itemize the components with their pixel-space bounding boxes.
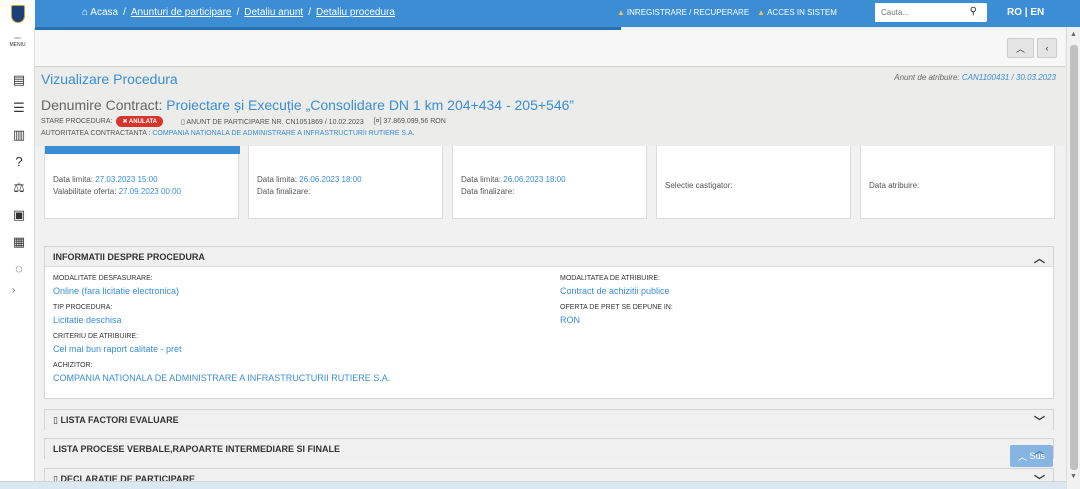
- stage-card-winner: Selectie castigator:: [656, 146, 851, 219]
- stage-progress-bar: [45, 146, 240, 154]
- award-notice: Anunt de atribuire: CAN1100431 / 30.03.2…: [894, 73, 1056, 82]
- money-icon: [¤]: [373, 118, 382, 125]
- language-switch[interactable]: RO | EN: [1007, 7, 1044, 18]
- account-links: ▲ INREGISTRARE / RECUPERARE ▲ ACCES IN SIS…: [617, 8, 837, 17]
- back-button[interactable]: ‹: [1037, 38, 1057, 58]
- breadcrumb-anunturi[interactable]: Anunturi de participare: [131, 7, 232, 18]
- breadcrumb-detaliu-procedura[interactable]: Detaliu procedura: [316, 7, 395, 18]
- breadcrumb: ⌂ Acasa / Anunturi de participare / Deta…: [82, 7, 395, 18]
- register-link[interactable]: ▲ INREGISTRARE / RECUPERARE: [617, 8, 749, 17]
- monitor-icon[interactable]: ▦: [10, 233, 28, 251]
- breadcrumb-separator: /: [308, 7, 311, 18]
- expand-sidebar-icon[interactable]: ›: [12, 285, 15, 296]
- page-scrollbar[interactable]: ▲ ▼: [1066, 27, 1080, 489]
- gavel-icon[interactable]: ⚖: [10, 179, 28, 197]
- contract-name: Denumire Contract: Proiectare și Execuți…: [41, 97, 575, 113]
- scroll-down-arrow-icon[interactable]: ▼: [1070, 473, 1077, 480]
- stage-card-report: Data limita: 26.06.2023 18:00 Data final…: [452, 146, 647, 219]
- chevron-up-icon: ︿: [1015, 43, 1025, 54]
- document-small-icon: ▯: [181, 118, 185, 126]
- scroll-up-arrow-icon[interactable]: ▲: [1070, 31, 1077, 38]
- lock-icon: ▲: [757, 8, 766, 17]
- reports-panel[interactable]: LISTA PROCESE VERBALE,RAPOARTE INTERMEDI…: [44, 438, 1054, 459]
- login-link[interactable]: ▲ ACCES IN SISTEM: [757, 8, 837, 17]
- menu-label[interactable]: ≡≡≡≡ MENIU: [0, 35, 35, 49]
- scroll-thumb[interactable]: [1070, 45, 1078, 470]
- chat-icon[interactable]: ◌: [10, 259, 28, 277]
- user-icon: ▲: [617, 8, 625, 17]
- search-input[interactable]: [875, 3, 963, 22]
- breadcrumb-separator: /: [236, 7, 240, 18]
- search-box: ⚲: [875, 3, 987, 22]
- chevron-left-icon: ‹: [1045, 43, 1049, 53]
- contracting-authority: AUTORITATEA CONTRACTANTA : COMPANIA NATI…: [41, 130, 415, 137]
- book-icon[interactable]: ▥: [10, 126, 28, 144]
- menu-small-line: ≡≡≡≡: [13, 36, 21, 40]
- site-logo[interactable]: [0, 0, 35, 27]
- left-sidebar: ≡≡≡≡ MENIU ▤ ☰ ▥ ? ⚖ ▣ ▦ ◌ ›: [0, 27, 35, 489]
- help-icon[interactable]: ?: [10, 152, 28, 170]
- contracting-authority-link[interactable]: COMPANIA NATIONALA DE ADMINISTRARE A INF…: [152, 130, 414, 137]
- top-navigation-bar: ⌂ Acasa / Anunturi de participare / Deta…: [0, 0, 1080, 27]
- id-card-icon[interactable]: ▣: [10, 206, 28, 224]
- acquirer-link[interactable]: COMPANIA NATIONALA DE ADMINISTRARE A INF…: [53, 373, 390, 383]
- chevron-down-icon: ﹀: [1034, 416, 1045, 428]
- scroll-to-top-button[interactable]: ︿ Sus: [1010, 445, 1053, 467]
- collapse-up-button[interactable]: ︿: [1007, 38, 1034, 58]
- home-icon: ⌂: [82, 7, 89, 18]
- breadcrumb-home[interactable]: ⌂ Acasa: [82, 7, 118, 18]
- procedure-info-header[interactable]: INFORMATII DESPRE PROCEDURA ︿: [45, 247, 1053, 267]
- evaluation-factors-panel[interactable]: ▯ LISTA FACTORI EVALUARE ﹀: [44, 409, 1054, 430]
- breadcrumb-detaliu-anunt[interactable]: Detaliu anunt: [244, 7, 303, 18]
- status-badge: ✖ ANULATA: [116, 116, 164, 127]
- shield-logo-icon: [10, 4, 25, 23]
- procedure-status: STARE PROCEDURA: ✖ ANULATA ▯ ANUNT DE PA…: [41, 116, 446, 127]
- estimated-value: [¤] 37.869.099,56 RON: [373, 118, 446, 125]
- chevron-up-small-icon: ︿: [1017, 451, 1027, 462]
- breadcrumb-separator: /: [123, 7, 126, 18]
- procedure-info-panel: INFORMATII DESPRE PROCEDURA ︿ MODALITATE …: [44, 246, 1054, 399]
- award-notice-link[interactable]: CAN1100431 / 30.03.2023: [962, 73, 1056, 82]
- toolbar-band: [35, 30, 1065, 66]
- document-small-icon: ▯: [53, 415, 58, 425]
- list-arrow-icon[interactable]: ☰: [10, 99, 28, 117]
- stage-card-award: Data atribuire:: [860, 146, 1055, 219]
- search-icon[interactable]: ⚲: [970, 6, 977, 17]
- bottom-strip: [0, 481, 1066, 489]
- stage-card-offers: Data limita: 27.03.2023 15:00 Valabilita…: [44, 146, 240, 219]
- page-title: Vizualizare Procedura: [41, 71, 178, 87]
- chevron-up-icon: ︿: [1034, 253, 1045, 265]
- participation-notice[interactable]: ▯ ANUNT DE PARTICIPARE NR. CN1051869 / 1…: [181, 118, 364, 126]
- document-icon[interactable]: ▤: [10, 71, 28, 89]
- stage-card-evaluation: Data limita: 26.06.2023 18:00 Data final…: [248, 146, 443, 219]
